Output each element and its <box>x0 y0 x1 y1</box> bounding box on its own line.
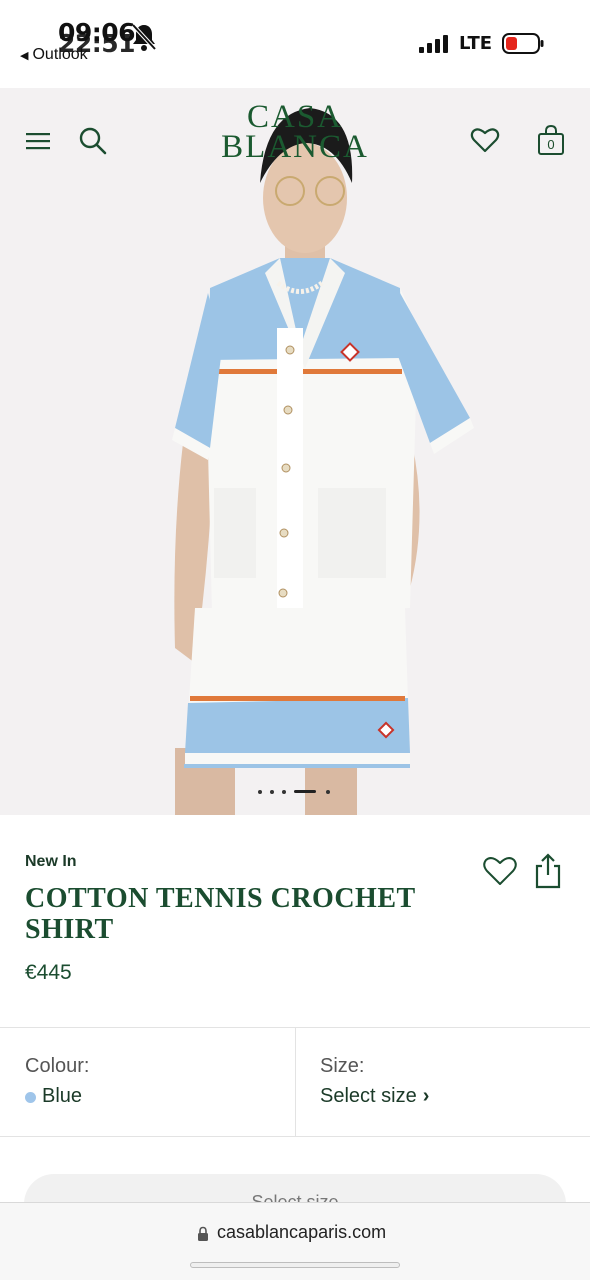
select-size-button[interactable]: Select size › <box>320 1085 429 1108</box>
new-in-tag: New In <box>25 853 77 870</box>
carousel-dot[interactable] <box>270 790 274 794</box>
product-image-carousel[interactable]: CASA BLANCA 0 <box>0 88 590 815</box>
home-indicator <box>190 1262 400 1268</box>
chevron-right-icon: › <box>422 1085 430 1107</box>
signal-icon <box>419 35 448 53</box>
heart-icon[interactable] <box>470 126 500 154</box>
size-label: Size: <box>320 1055 365 1077</box>
carousel-dot[interactable] <box>282 790 286 794</box>
heart-icon[interactable] <box>482 855 518 887</box>
colour-label: Colour: <box>25 1055 90 1077</box>
colour-value: Blue <box>42 1085 83 1107</box>
product-price: €445 <box>25 961 72 984</box>
carousel-dot[interactable] <box>326 790 330 794</box>
options-separator <box>295 1028 296 1136</box>
select-size-label: Select size <box>320 1085 417 1107</box>
product-title: COTTON TENNIS CROCHET SHIRT <box>25 883 416 945</box>
product-options: Colour: Blue Size: Select size › <box>0 1028 590 1136</box>
product-photo <box>172 108 474 815</box>
menu-icon[interactable] <box>24 130 52 152</box>
back-app-label: Outlook <box>32 46 88 63</box>
bag-count: 0 <box>547 137 555 152</box>
share-icon[interactable] <box>534 853 562 889</box>
product-info: New In COTTON TENNIS CROCHET SHIRT €445 <box>0 815 590 1027</box>
carousel-dot[interactable] <box>258 790 262 794</box>
status-bar: 09:06 22:51 ◀ Outlook LTE <box>0 0 590 88</box>
back-to-app-link[interactable]: ◀ Outlook <box>20 46 88 64</box>
network-type: LTE <box>459 33 493 54</box>
carousel-dot-active[interactable] <box>294 790 316 793</box>
logo-line-1: CASA <box>246 99 344 135</box>
browser-address-bar[interactable]: casablancaparis.com <box>0 1202 590 1280</box>
battery-icon <box>502 33 544 54</box>
url-text[interactable]: casablancaparis.com <box>217 1222 386 1243</box>
colour-swatch <box>25 1092 36 1103</box>
lock-icon <box>198 1226 208 1241</box>
brand-logo[interactable]: CASA BLANCA <box>200 99 390 165</box>
divider <box>0 1136 590 1137</box>
search-icon[interactable] <box>78 126 108 156</box>
bell-slash-icon <box>131 23 157 51</box>
back-triangle-icon: ◀ <box>20 50 29 62</box>
logo-line-2: BLANCA <box>221 129 369 165</box>
